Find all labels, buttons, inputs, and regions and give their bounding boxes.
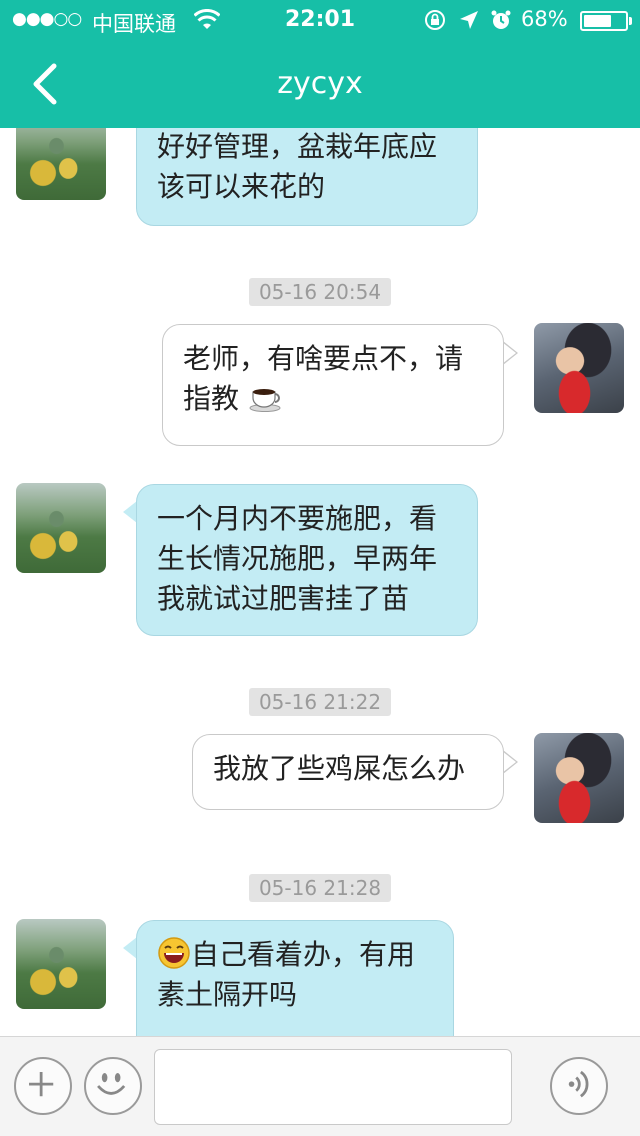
plus-button[interactable] <box>14 1057 72 1115</box>
plus-icon <box>29 1072 54 1097</box>
message-timestamp: 05-16 20:54 <box>0 278 640 306</box>
outgoing-message-bubble[interactable]: 老师，有啥要点不，请 指教 <box>162 324 504 446</box>
contact-avatar[interactable] <box>16 128 106 200</box>
battery-fill <box>584 15 611 27</box>
contact-avatar[interactable] <box>16 919 106 1009</box>
message-text-line: 自己看着办，有用 <box>191 938 416 971</box>
timestamp-label: 05-16 20:54 <box>248 278 392 306</box>
coffee-emoji-icon <box>249 389 281 412</box>
incoming-message-bubble[interactable]: 一个月内不要施肥，看 生长情况施肥，早两年 我就试过肥害挂了苗 <box>136 484 478 636</box>
message-text-line: 生长情况施肥，早两年 <box>157 542 438 575</box>
laughing-emoji-icon <box>158 937 190 969</box>
my-avatar[interactable] <box>534 733 624 823</box>
message-text-line: 我放了些鸡屎怎么办 <box>213 752 466 785</box>
voice-button[interactable] <box>550 1057 608 1115</box>
message-text-line: 好好管理，盆栽年底应 <box>157 130 438 163</box>
smiley-icon <box>97 1072 126 1095</box>
incoming-message-bubble[interactable]: 好好管理，盆栽年底应 该可以来花的 <box>136 128 478 226</box>
message-text-line: 素土隔开吗 <box>157 978 298 1011</box>
battery-icon <box>580 11 632 31</box>
message-text-line: 该可以来花的 <box>157 170 326 203</box>
page-title: zycyx <box>277 66 363 101</box>
message-text-line: 老师，有啥要点不，请 <box>183 342 464 375</box>
location-arrow-icon <box>460 11 478 29</box>
contact-avatar[interactable] <box>16 483 106 573</box>
status-bar: ●●●○○ 中国联通 22:01 68% <box>0 0 640 40</box>
message-input-bar <box>0 1036 640 1136</box>
incoming-message-bubble[interactable]: 自己看着办，有用 素土隔开吗 <box>136 920 454 1036</box>
message-text-line: 我就试过肥害挂了苗 <box>157 582 410 615</box>
my-avatar[interactable] <box>534 323 624 413</box>
message-text-line: 指教 <box>183 382 240 415</box>
alarm-icon <box>491 10 511 29</box>
bubble-tail <box>123 501 137 523</box>
message-text-line: 一个月内不要施肥，看 <box>157 502 438 535</box>
message-timestamp: 05-16 21:22 <box>0 688 640 716</box>
timestamp-label: 05-16 21:22 <box>248 688 392 716</box>
battery-percent: 68% <box>521 7 568 31</box>
rotation-lock-icon <box>425 10 445 30</box>
chat-thread[interactable]: 好好管理，盆栽年底应 该可以来花的 05-16 20:54 老师，有啥要点不，请… <box>0 128 640 1036</box>
bubble-tail <box>502 342 516 364</box>
timestamp-label: 05-16 21:28 <box>248 874 392 902</box>
emoji-button[interactable] <box>84 1057 142 1115</box>
bubble-tail <box>502 751 516 773</box>
message-timestamp: 05-16 21:28 <box>0 874 640 902</box>
navigation-bar: zycyx <box>0 40 640 128</box>
bubble-tail <box>123 937 137 959</box>
voice-icon <box>568 1070 589 1098</box>
message-input[interactable] <box>154 1049 512 1125</box>
outgoing-message-bubble[interactable]: 我放了些鸡屎怎么办 <box>192 734 504 810</box>
